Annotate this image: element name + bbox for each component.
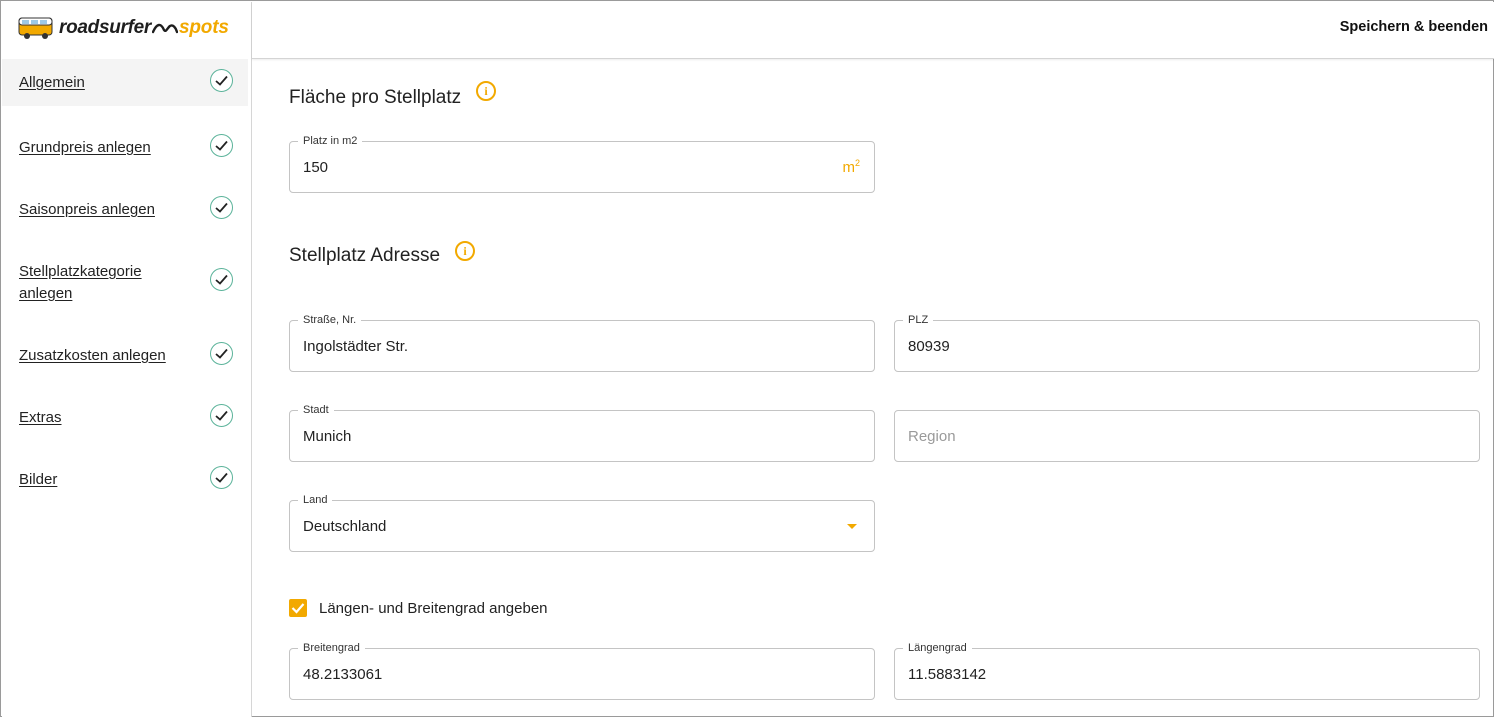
- street-field-value: Ingolstädter Str.: [303, 338, 409, 355]
- info-icon[interactable]: i: [455, 241, 475, 261]
- sidebar-item-label: Extras: [19, 409, 62, 426]
- latitude-field-label: Breitengrad: [298, 642, 365, 654]
- checkmark-icon: [291, 603, 305, 614]
- sidebar-item-label: Grundpreis anlegen: [19, 139, 151, 156]
- coords-checkbox-row[interactable]: Längen- und Breitengrad angeben: [289, 599, 548, 617]
- brand-logo[interactable]: roadsurfer spots: [18, 14, 229, 42]
- sidebar-item-stellplatzkategorie[interactable]: Stellplatzkategorie anlegen: [2, 248, 248, 317]
- sidebar-item-label: Saisonpreis anlegen: [19, 201, 155, 218]
- area-field[interactable]: Platz in m2 150 m2: [289, 135, 875, 193]
- check-circle-icon: [210, 268, 233, 291]
- top-bar: Speichern & beenden: [252, 2, 1494, 59]
- sidebar-item-label: Stellplatzkategorie anlegen: [19, 263, 142, 302]
- longitude-field[interactable]: Längengrad 11.5883142: [894, 642, 1480, 700]
- app-frame: roadsurfer spots Allgemein Grundpreis an…: [0, 0, 1494, 717]
- sidebar-item-bilder[interactable]: Bilder: [2, 456, 248, 503]
- brand-name-primary: roadsurfer: [59, 17, 152, 38]
- country-select-value: Deutschland: [303, 518, 387, 535]
- zip-field-label: PLZ: [903, 314, 934, 326]
- area-field-value: 150: [303, 159, 329, 176]
- main-content: Fläche pro Stellplatz i Platz in m2 150 …: [252, 59, 1494, 717]
- city-field[interactable]: Stadt Munich: [289, 404, 875, 462]
- coords-checkbox-label: Längen- und Breitengrad angeben: [319, 599, 548, 617]
- sidebar-item-grundpreis[interactable]: Grundpreis anlegen: [2, 124, 248, 171]
- check-circle-icon: [210, 196, 233, 219]
- sidebar-item-label: Allgemein: [19, 74, 85, 91]
- longitude-field-value: 11.5883142: [908, 666, 987, 683]
- check-circle-icon: [210, 404, 233, 427]
- country-select-label: Land: [298, 494, 333, 506]
- save-and-exit-button[interactable]: Speichern & beenden: [1340, 19, 1488, 35]
- van-icon: [18, 17, 53, 39]
- city-field-value: Munich: [303, 428, 352, 445]
- region-field-placeholder: Region: [908, 428, 956, 445]
- latitude-field-value: 48.2133061: [303, 666, 383, 683]
- check-circle-icon: [210, 134, 233, 157]
- street-field-label: Straße, Nr.: [298, 314, 362, 326]
- coords-checkbox[interactable]: [289, 599, 307, 617]
- zip-field[interactable]: PLZ 80939: [894, 314, 1480, 372]
- city-field-label: Stadt: [298, 404, 334, 416]
- sidebar: roadsurfer spots Allgemein Grundpreis an…: [2, 2, 252, 717]
- brand-name-secondary: spots: [179, 17, 229, 38]
- check-circle-icon: [210, 69, 233, 92]
- sidebar-nav: Allgemein Grundpreis anlegen Saisonpreis…: [2, 59, 248, 503]
- longitude-field-label: Längengrad: [903, 642, 972, 654]
- region-field[interactable]: Region: [894, 410, 1480, 462]
- wave-icon: [152, 23, 179, 34]
- street-field[interactable]: Straße, Nr. Ingolstädter Str.: [289, 314, 875, 372]
- area-section-title: Fläche pro Stellplatz: [289, 87, 462, 108]
- sidebar-item-label: Bilder: [19, 471, 58, 488]
- info-icon[interactable]: i: [476, 81, 496, 101]
- check-circle-icon: [210, 466, 233, 489]
- chevron-down-icon: [847, 524, 857, 529]
- sidebar-item-extras[interactable]: Extras: [2, 394, 248, 441]
- sidebar-item-allgemein[interactable]: Allgemein: [2, 59, 248, 106]
- area-field-label: Platz in m2: [298, 135, 363, 147]
- zip-field-value: 80939: [908, 338, 950, 355]
- check-circle-icon: [210, 342, 233, 365]
- country-select[interactable]: Land Deutschland: [289, 494, 875, 552]
- sidebar-item-saisonpreis[interactable]: Saisonpreis anlegen: [2, 186, 248, 233]
- unit-square-meter: m2: [842, 158, 860, 176]
- address-section-title: Stellplatz Adresse: [289, 245, 441, 266]
- sidebar-item-zusatzkosten[interactable]: Zusatzkosten anlegen: [2, 332, 248, 379]
- sidebar-item-label: Zusatzkosten anlegen: [19, 347, 166, 364]
- latitude-field[interactable]: Breitengrad 48.2133061: [289, 642, 875, 700]
